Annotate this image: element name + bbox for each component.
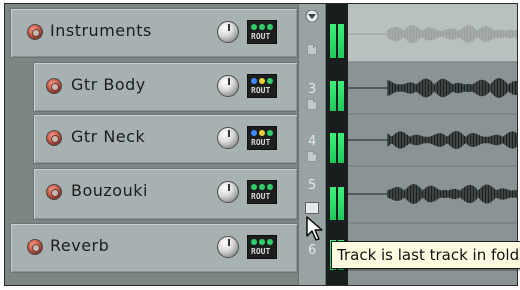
meter-bar: [338, 187, 344, 220]
route-button[interactable]: ROUT: [247, 74, 277, 98]
track-number: 3: [308, 82, 317, 97]
io-leds: [251, 184, 273, 190]
collapse-arrow-icon[interactable]: [305, 10, 319, 22]
route-label: ROUT: [251, 32, 271, 41]
route-label: ROUT: [251, 138, 271, 147]
record-arm-button[interactable]: [46, 78, 62, 94]
volume-knob[interactable]: [217, 75, 239, 97]
track-gtr-neck[interactable]: Gtr Neck ROUT: [33, 114, 298, 164]
io-leds: [251, 130, 273, 136]
tooltip: Track is last track in folde: [331, 241, 520, 269]
record-arm-button[interactable]: [27, 24, 43, 40]
track-number: 4: [308, 134, 317, 149]
track-number-cell-instruments[interactable]: [298, 4, 326, 62]
meter-bar: [338, 133, 344, 163]
folder-icon[interactable]: [307, 99, 317, 110]
track-instruments[interactable]: Instruments ROUT: [10, 8, 298, 58]
track-name[interactable]: Gtr Neck: [71, 127, 145, 146]
mouse-pointer-icon: [306, 216, 323, 241]
track-name[interactable]: Bouzouki: [71, 181, 148, 200]
folder-end-icon[interactable]: [305, 202, 319, 214]
io-leds: [251, 24, 273, 30]
route-button[interactable]: ROUT: [247, 126, 277, 150]
meter-bar: [330, 24, 336, 58]
volume-knob[interactable]: [217, 21, 239, 43]
meter-bar: [330, 81, 336, 111]
folder-indent: [5, 62, 29, 223]
track-number-cell-gtr-neck[interactable]: 4: [298, 114, 326, 166]
track-bouzouki[interactable]: Bouzouki ROUT: [33, 168, 298, 220]
route-label: ROUT: [251, 86, 271, 95]
track-reverb[interactable]: Reverb ROUT: [10, 223, 298, 273]
meter-bar: [330, 187, 336, 220]
route-label: ROUT: [251, 192, 271, 201]
io-leds: [251, 78, 273, 84]
meter-bar: [338, 24, 344, 58]
meter-bar: [330, 133, 336, 163]
meter-bar: [338, 81, 344, 111]
track-name[interactable]: Instruments: [50, 21, 152, 40]
waveform: [387, 78, 517, 98]
track-name[interactable]: Gtr Body: [71, 75, 146, 94]
io-leds: [251, 239, 273, 245]
track-gtr-body[interactable]: Gtr Body ROUT: [33, 62, 298, 112]
volume-knob[interactable]: [217, 127, 239, 149]
volume-knob[interactable]: [217, 181, 239, 203]
track-number-cell-bouzouki[interactable]: 5: [298, 166, 326, 223]
record-arm-button[interactable]: [46, 130, 62, 146]
track-number-cell-gtr-body[interactable]: 3: [298, 62, 326, 114]
record-arm-button[interactable]: [46, 184, 62, 200]
route-label: ROUT: [251, 247, 271, 256]
route-button[interactable]: ROUT: [247, 180, 277, 204]
folder-icon[interactable]: [307, 151, 317, 162]
waveform: [387, 184, 517, 204]
route-button[interactable]: ROUT: [247, 235, 277, 259]
record-arm-button[interactable]: [27, 239, 43, 255]
volume-knob[interactable]: [217, 236, 239, 258]
folder-icon[interactable]: [307, 44, 317, 55]
track-name[interactable]: Reverb: [50, 236, 109, 255]
track-number: 5: [308, 178, 317, 193]
waveform: [387, 131, 517, 149]
track-number: 6: [308, 243, 317, 258]
route-button[interactable]: ROUT: [247, 20, 277, 44]
